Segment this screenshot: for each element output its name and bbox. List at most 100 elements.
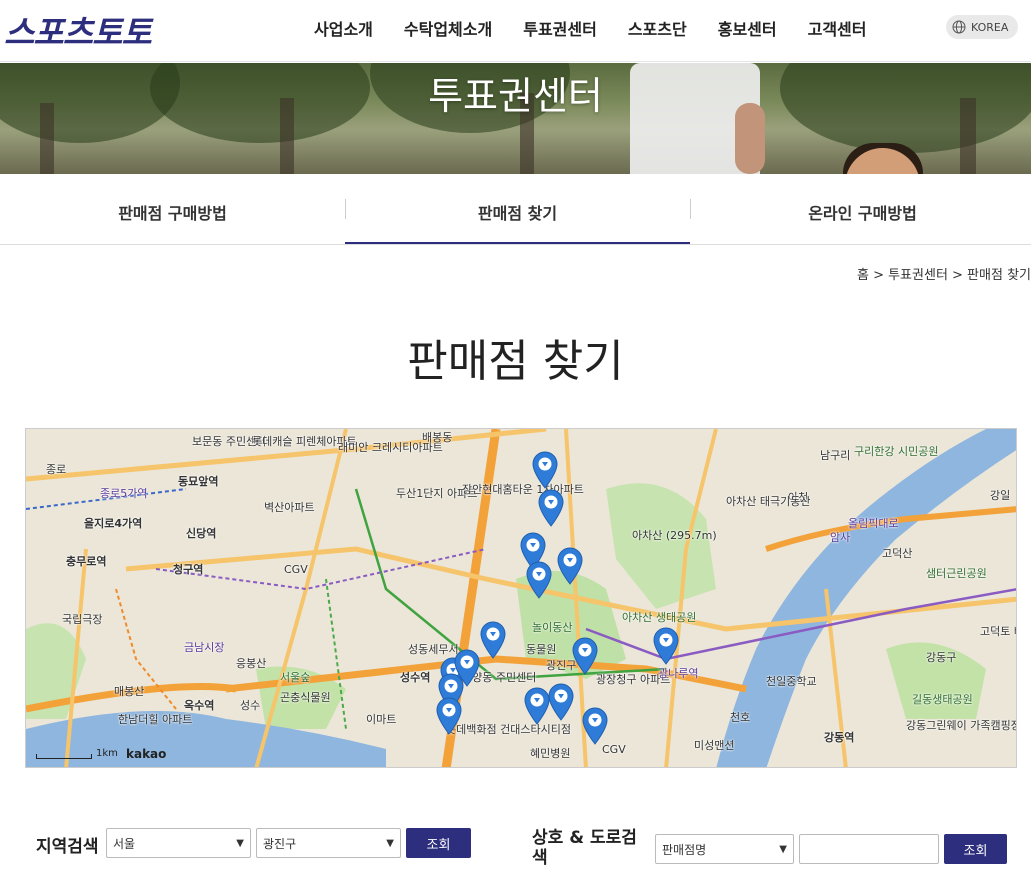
- map-label: 충무로역: [66, 555, 107, 568]
- map-label: 강일: [990, 489, 1011, 502]
- map-label: 동묘앞역: [178, 475, 219, 488]
- map-label: 이마트: [366, 713, 397, 726]
- map-label: 샘터근린공원: [926, 567, 987, 580]
- keyword-input[interactable]: [799, 834, 939, 864]
- store-pin[interactable]: [532, 451, 558, 489]
- map-label: 청구역: [173, 563, 204, 576]
- main-nav: 사업소개 수탁업체소개 투표권센터 스포츠단 홍보센터 고객센터: [314, 16, 898, 40]
- map-marker-icon: [526, 561, 552, 599]
- map-label: 광나루역: [658, 667, 699, 680]
- sub-tabs: 판매점 구매방법 판매점 찾기 온라인 구매방법: [0, 174, 1031, 245]
- map-label: 성수역: [400, 671, 431, 684]
- map-label: 천일중학교: [766, 675, 817, 688]
- map-label: 을지로4가역: [84, 517, 143, 530]
- map-label: 장안현대홈타운 1차아파트: [462, 483, 584, 496]
- banner-title: 투표권센터: [428, 74, 603, 118]
- map-marker-icon: [480, 621, 506, 659]
- store-pin[interactable]: [526, 561, 552, 599]
- name-search-button[interactable]: 조회: [944, 834, 1007, 864]
- map-label: 종로: [46, 463, 67, 476]
- map-provider-logo: kakao: [126, 747, 167, 761]
- search-type-select[interactable]: 판매점명 ▼: [655, 834, 794, 864]
- store-map[interactable]: 보문동 주민센터 롯데캐슬 피렌체아파트 래미안 크레시티아파트 배봉동 종로5…: [25, 428, 1017, 768]
- map-label: 동물원: [526, 643, 557, 656]
- site-logo[interactable]: 스포츠토토: [4, 6, 152, 54]
- store-pin[interactable]: [653, 627, 679, 665]
- store-pin[interactable]: [557, 547, 583, 585]
- store-pin[interactable]: [582, 707, 608, 745]
- map-marker-icon: [538, 489, 564, 527]
- map-marker-icon: [582, 707, 608, 745]
- tab-online-purchase[interactable]: 온라인 구매방법: [690, 174, 1031, 244]
- name-search-label: 상호 & 도로검색: [532, 828, 637, 868]
- map-label: 고덕토 베네루체: [980, 625, 1016, 638]
- nav-customer-center[interactable]: 고객센터: [808, 16, 867, 40]
- page-title: 판매점 찾기: [407, 336, 624, 387]
- language-label: KOREA: [971, 20, 1009, 34]
- chevron-down-icon: ▼: [236, 837, 244, 849]
- map-label: 성수: [240, 699, 261, 712]
- map-label: 곤충식물원: [280, 691, 331, 704]
- district-select[interactable]: 광진구 ▼: [256, 828, 401, 858]
- map-label: 강동역: [824, 731, 855, 744]
- map-label: 강동그린웨이 가족캠핑장: [906, 719, 1017, 732]
- map-label: 국립극장: [62, 613, 103, 626]
- map-label: 아차산 (295.7m): [632, 529, 717, 542]
- map-label: CGV: [284, 563, 308, 576]
- nav-trustee[interactable]: 수탁업체소개: [404, 16, 492, 40]
- store-pin[interactable]: [480, 621, 506, 659]
- map-label: 남구리: [820, 449, 851, 462]
- map-label: 응봉산: [236, 657, 267, 670]
- map-marker-icon: [548, 683, 574, 721]
- map-label: 올림픽대로: [848, 517, 899, 530]
- map-label: 성동세무서: [408, 643, 459, 656]
- map-label: 금남시장: [184, 641, 225, 654]
- map-label: 아차산 태극기동산: [726, 495, 811, 508]
- store-pin[interactable]: [436, 697, 462, 735]
- map-label: 혜민병원: [530, 747, 571, 760]
- map-label: 길동생태공원: [912, 693, 973, 706]
- store-pin[interactable]: [524, 687, 550, 725]
- store-pin[interactable]: [572, 637, 598, 675]
- store-pin[interactable]: [548, 683, 574, 721]
- map-label: 서울숲: [280, 671, 311, 684]
- map-label: 구리한강 시민공원: [854, 445, 939, 458]
- map-label: 롯데백화점 건대스타시티점: [446, 723, 571, 736]
- map-label: 암사: [830, 531, 851, 544]
- map-marker-icon: [653, 627, 679, 665]
- tab-store-purchase[interactable]: 판매점 구매방법: [0, 174, 345, 244]
- nav-sports-team[interactable]: 스포츠단: [628, 16, 687, 40]
- map-label: 미성맨션: [694, 739, 735, 752]
- map-marker-icon: [572, 637, 598, 675]
- site-header: 스포츠토토 사업소개 수탁업체소개 투표권센터 스포츠단 홍보센터 고객센터 K…: [0, 0, 1031, 62]
- breadcrumb: 홈 > 투표권센터 > 판매점 찾기: [856, 268, 1031, 283]
- map-label: 고덕산: [882, 547, 913, 560]
- map-label: 신당역: [186, 527, 217, 540]
- region-search-label: 지역검색: [36, 837, 99, 857]
- map-label: 놀이동산: [532, 621, 573, 634]
- tab-store-finder[interactable]: 판매점 찾기: [345, 174, 690, 244]
- map-marker-icon: [557, 547, 583, 585]
- city-select[interactable]: 서울 ▼: [106, 828, 251, 858]
- nav-business[interactable]: 사업소개: [314, 16, 373, 40]
- map-label: 한남더힐 아파트: [118, 713, 193, 726]
- map-label: 천호: [730, 711, 751, 724]
- map-marker-icon: [436, 697, 462, 735]
- map-label: 매봉산: [114, 685, 145, 698]
- map-label: 벽산아파트: [264, 501, 315, 514]
- language-button[interactable]: KOREA: [946, 15, 1018, 39]
- nav-ticket-center[interactable]: 투표권센터: [523, 16, 597, 40]
- map-label: 종로5가역: [100, 487, 148, 500]
- map-label: 배봉동: [422, 431, 453, 444]
- nav-pr-center[interactable]: 홍보센터: [718, 16, 777, 40]
- map-marker-icon: [524, 687, 550, 725]
- map-label: 강동구: [926, 651, 957, 664]
- globe-icon: [952, 20, 966, 34]
- chevron-down-icon: ▼: [386, 837, 394, 849]
- region-search-button[interactable]: 조회: [406, 828, 471, 858]
- store-pin[interactable]: [538, 489, 564, 527]
- map-scale: 1km: [36, 748, 118, 759]
- map-marker-icon: [532, 451, 558, 489]
- chevron-down-icon: ▼: [779, 843, 787, 855]
- map-label: 아차산 생태공원: [622, 611, 697, 624]
